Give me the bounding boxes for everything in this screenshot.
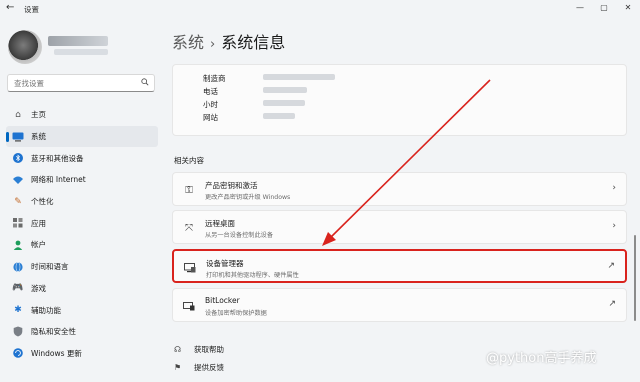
sidebar-item-label: 辅助功能 bbox=[31, 305, 61, 315]
title-bar: ← 设置 — ▢ ✕ bbox=[0, 0, 640, 16]
give-feedback-link[interactable]: ⚑ 提供反馈 bbox=[174, 358, 224, 376]
game-icon: 🎮 bbox=[12, 283, 24, 294]
help-links: ☊ 获取帮助 ⚑ 提供反馈 bbox=[174, 340, 224, 376]
search-icon[interactable] bbox=[141, 78, 149, 86]
sidebar-item-accounts[interactable]: 帐户 bbox=[6, 234, 158, 256]
card-subtitle: 打印机和其他驱动程序、硬件属性 bbox=[206, 272, 299, 279]
sidebar-item-label: 网络和 Internet bbox=[31, 175, 86, 185]
bluetooth-icon bbox=[12, 152, 24, 164]
bitlocker-card[interactable]: BitLocker 设备加密帮助保护数据 ↗ bbox=[172, 288, 627, 322]
sidebar-item-apps[interactable]: 应用 bbox=[6, 212, 158, 234]
info-label-manufacturer: 制造商 bbox=[203, 74, 226, 83]
home-icon: ⌂ bbox=[15, 109, 21, 120]
sidebar-item-label: 游戏 bbox=[31, 283, 46, 293]
help-icon: ☊ bbox=[174, 344, 182, 354]
sidebar-item-gaming[interactable]: 🎮 游戏 bbox=[6, 278, 158, 300]
user-profile[interactable] bbox=[8, 30, 158, 64]
minimize-button[interactable]: — bbox=[568, 0, 592, 16]
sidebar-item-label: 时间和语言 bbox=[31, 262, 69, 272]
shield-icon bbox=[12, 326, 24, 338]
sidebar-item-personalization[interactable]: ✎ 个性化 bbox=[6, 191, 158, 213]
back-arrow-icon[interactable]: ← bbox=[6, 2, 14, 13]
card-title: BitLocker bbox=[205, 296, 240, 305]
card-subtitle: 从另一台设备控制此设备 bbox=[205, 232, 274, 239]
sidebar-item-windows-update[interactable]: Windows 更新 bbox=[6, 343, 158, 365]
sidebar-item-privacy[interactable]: 隐私和安全性 bbox=[6, 321, 158, 343]
chevron-right-icon: › bbox=[612, 183, 616, 193]
search-input[interactable] bbox=[12, 78, 136, 89]
get-help-label: 获取帮助 bbox=[194, 344, 224, 354]
sidebar-item-label: 隐私和安全性 bbox=[31, 327, 76, 337]
apps-icon bbox=[12, 217, 24, 229]
card-title: 产品密钥和激活 bbox=[205, 181, 258, 190]
sidebar-nav: ⌂ 主页 系统 蓝牙和其他设备 网络和 Internet ✎ 个性化 应用 帐户 bbox=[6, 104, 158, 364]
sidebar-item-system[interactable]: 系统 bbox=[6, 125, 158, 148]
card-subtitle: 更改产品密钥或升级 Windows bbox=[205, 194, 291, 201]
get-help-link[interactable]: ☊ 获取帮助 bbox=[174, 340, 224, 358]
watermark: @python高手养成 bbox=[486, 351, 597, 366]
sidebar-item-label: 帐户 bbox=[31, 240, 46, 250]
card-title: 设备管理器 bbox=[206, 259, 244, 268]
wifi-icon bbox=[12, 174, 24, 186]
username-redacted bbox=[48, 36, 108, 46]
page-title: 系统信息 bbox=[221, 33, 286, 52]
scrollbar[interactable] bbox=[634, 235, 636, 321]
redacted-value bbox=[263, 87, 307, 93]
device-manager-card[interactable]: 设备管理器 打印机和其他驱动程序、硬件属性 ↗ bbox=[172, 249, 627, 283]
sidebar-item-accessibility[interactable]: ✱ 辅助功能 bbox=[6, 299, 158, 321]
redacted-value bbox=[263, 113, 295, 119]
chevron-right-icon: › bbox=[612, 221, 616, 231]
related-section-title: 相关内容 bbox=[174, 156, 204, 165]
app-title: 设置 bbox=[24, 5, 39, 14]
email-redacted bbox=[54, 49, 108, 55]
system-icon bbox=[12, 131, 24, 143]
external-link-icon: ↗ bbox=[608, 299, 616, 309]
bitlocker-icon bbox=[182, 299, 196, 313]
sidebar-item-home[interactable]: ⌂ 主页 bbox=[6, 104, 158, 126]
feedback-icon: ⚑ bbox=[174, 362, 182, 372]
redacted-value bbox=[263, 100, 305, 106]
external-link-icon: ↗ bbox=[607, 261, 615, 271]
support-info-card: 制造商 电话 小时 网站 bbox=[172, 64, 627, 136]
person-icon bbox=[12, 239, 24, 251]
globe-icon bbox=[12, 261, 24, 273]
breadcrumb-separator: › bbox=[210, 37, 216, 52]
key-icon: ⚿ bbox=[185, 184, 193, 196]
info-label-website: 网站 bbox=[203, 113, 218, 122]
sidebar-item-label: 个性化 bbox=[31, 197, 54, 207]
sidebar-item-label: 蓝牙和其他设备 bbox=[31, 153, 84, 163]
sidebar-item-network[interactable]: 网络和 Internet bbox=[6, 169, 158, 191]
sidebar-item-bluetooth[interactable]: 蓝牙和其他设备 bbox=[6, 147, 158, 169]
sidebar-item-label: Windows 更新 bbox=[31, 348, 82, 358]
avatar bbox=[8, 30, 42, 64]
pen-icon: ✎ bbox=[14, 196, 22, 207]
give-feedback-label: 提供反馈 bbox=[194, 362, 224, 372]
remote-desktop-card[interactable]: ⤧ 远程桌面 从另一台设备控制此设备 › bbox=[172, 210, 627, 244]
info-label-hours: 小时 bbox=[203, 100, 218, 109]
sidebar-item-label: 主页 bbox=[31, 110, 46, 120]
sidebar-item-label: 系统 bbox=[31, 132, 46, 142]
remote-desktop-icon: ⤧ bbox=[185, 222, 193, 234]
close-button[interactable]: ✕ bbox=[616, 0, 640, 16]
sidebar-item-time-language[interactable]: 时间和语言 bbox=[6, 256, 158, 278]
breadcrumb-parent[interactable]: 系统 bbox=[172, 33, 204, 52]
breadcrumb: 系统 › 系统信息 bbox=[172, 29, 285, 53]
card-subtitle: 设备加密帮助保护数据 bbox=[205, 310, 267, 317]
search-box[interactable] bbox=[7, 74, 155, 92]
info-label-phone: 电话 bbox=[203, 87, 218, 96]
update-icon bbox=[12, 347, 24, 359]
redacted-value bbox=[263, 74, 335, 80]
card-title: 远程桌面 bbox=[205, 219, 235, 228]
accessibility-icon: ✱ bbox=[14, 305, 22, 316]
product-key-card[interactable]: ⚿ 产品密钥和激活 更改产品密钥或升级 Windows › bbox=[172, 172, 627, 206]
maximize-button[interactable]: ▢ bbox=[592, 0, 616, 16]
device-manager-icon bbox=[183, 261, 197, 275]
sidebar-item-label: 应用 bbox=[31, 218, 46, 228]
